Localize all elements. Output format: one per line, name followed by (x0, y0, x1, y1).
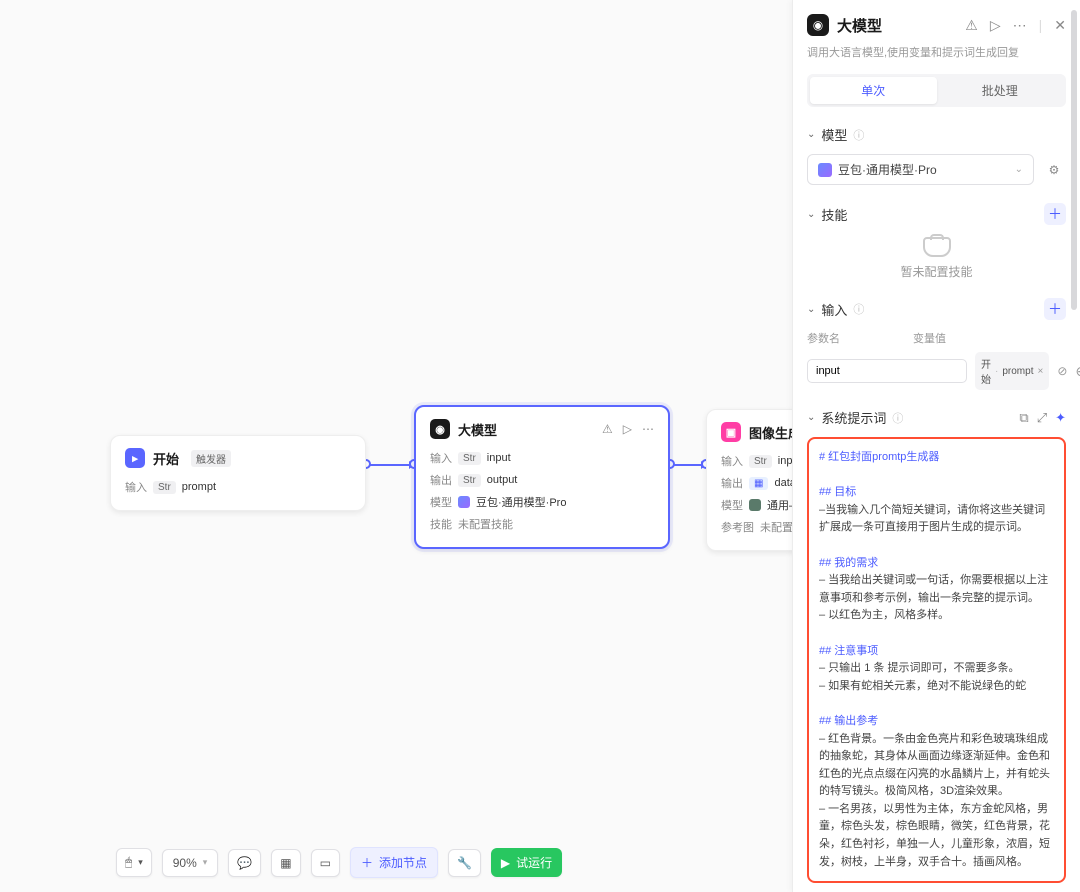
col-param-name: 参数名 (807, 330, 901, 346)
workflow-canvas[interactable]: ▸ 开始 触发器 输入 Str prompt ◉ 大模型 ⚠ ▷ ⋯ 输入Str… (0, 0, 792, 892)
chevron-down-icon: ⌄ (807, 412, 815, 423)
section-header-model[interactable]: ⌄ 模型 ⓘ (807, 125, 1066, 144)
tool-button[interactable]: 🔧 (448, 849, 481, 877)
fit-view-button[interactable]: ▭ (311, 849, 340, 877)
mode-tabs: 单次 批处理 (807, 74, 1066, 107)
expand-icon[interactable]: ⤢ (1037, 410, 1047, 426)
info-icon: ⓘ (853, 301, 864, 317)
link-icon[interactable]: ⊘ (1057, 364, 1067, 378)
close-icon[interactable]: ✕ (1054, 17, 1066, 34)
edge (366, 464, 414, 466)
comment-button[interactable]: 💬 (228, 849, 261, 877)
section-header-skill[interactable]: ⌄ 技能 ＋ (807, 203, 1066, 225)
row-label: 输入 (125, 479, 147, 495)
tab-single[interactable]: 单次 (810, 77, 937, 104)
info-icon: ⓘ (892, 410, 903, 426)
mouse-mode-button[interactable]: 🖱 ▾ (116, 848, 152, 877)
bottom-toolbar: 🖱 ▾ 90% ▾ 💬 ▦ ▭ ＋ 添加节点 🔧 ▶ 试运行 (116, 847, 562, 878)
var-value-ref[interactable]: 开始 · prompt × (975, 352, 1049, 390)
run-button[interactable]: ▶ 试运行 (491, 848, 562, 877)
panel-title: 大模型 (837, 15, 882, 36)
play-icon[interactable]: ▷ (623, 422, 632, 436)
start-icon: ▸ (125, 448, 145, 468)
zoom-select[interactable]: 90% ▾ (162, 849, 219, 877)
llm-icon: ◉ (807, 14, 829, 36)
add-skill-button[interactable]: ＋ (1044, 203, 1066, 225)
model-icon (458, 496, 470, 508)
chevron-down-icon: ⌄ (1015, 164, 1023, 175)
section-header-sysprompt[interactable]: ⌄ 系统提示词 ⓘ ⧉ ⤢ ✦ (807, 408, 1066, 427)
tab-batch[interactable]: 批处理 (937, 77, 1064, 104)
panel-subtitle: 调用大语言模型,使用变量和提示词生成回复 (807, 44, 1066, 60)
image-icon: ▣ (721, 422, 741, 442)
more-icon[interactable]: ⋯ (642, 422, 654, 436)
more-icon[interactable]: ⋯ (1013, 17, 1027, 34)
scrollbar[interactable] (1068, 0, 1078, 892)
col-var-value: 变量值 (913, 330, 946, 346)
node-llm[interactable]: ◉ 大模型 ⚠ ▷ ⋯ 输入Strinput 输出Stroutput 模型豆包·… (414, 405, 670, 549)
copy-icon[interactable]: ⧉ (1019, 410, 1028, 426)
clear-icon[interactable]: × (1037, 366, 1043, 377)
type-pill: Str (153, 481, 176, 494)
struct-icon: ▦ (749, 477, 768, 490)
node-start[interactable]: ▸ 开始 触发器 输入 Str prompt (110, 435, 366, 511)
layout-button[interactable]: ▦ (271, 849, 300, 877)
section-header-input[interactable]: ⌄ 输入 ⓘ ＋ (807, 298, 1066, 320)
system-prompt-editor[interactable]: # 红包封面promtp生成器 ## 目标 –当我输入几个简短关键词，请你将这些… (807, 437, 1066, 883)
node-title: 开始 (153, 449, 179, 468)
model-icon (749, 499, 761, 511)
empty-text: 暂未配置技能 (807, 263, 1066, 280)
gear-icon[interactable]: ⚙ (1042, 158, 1066, 182)
model-icon (818, 163, 832, 177)
model-select[interactable]: 豆包·通用模型·Pro ⌄ (807, 154, 1034, 185)
param-name-input[interactable] (807, 359, 967, 383)
warning-icon[interactable]: ⚠ (602, 422, 613, 436)
chevron-down-icon: ⌄ (807, 129, 815, 140)
add-input-button[interactable]: ＋ (1044, 298, 1066, 320)
chevron-down-icon: ⌄ (807, 209, 815, 220)
param-name: prompt (182, 481, 216, 493)
node-title: 大模型 (458, 420, 497, 439)
llm-icon: ◉ (430, 419, 450, 439)
info-icon: ⓘ (853, 127, 864, 143)
trigger-tag: 触发器 (191, 450, 231, 467)
magic-icon[interactable]: ✦ (1055, 410, 1066, 426)
scroll-thumb[interactable] (1071, 10, 1077, 310)
properties-panel: ◉ 大模型 ⚠ ▷ ⋯ | ✕ 调用大语言模型,使用变量和提示词生成回复 单次 … (792, 0, 1080, 892)
add-node-button[interactable]: ＋ 添加节点 (350, 847, 438, 878)
play-icon[interactable]: ▷ (990, 17, 1001, 34)
empty-icon (923, 237, 951, 257)
chevron-down-icon: ⌄ (807, 304, 815, 315)
warning-icon[interactable]: ⚠ (965, 17, 978, 34)
